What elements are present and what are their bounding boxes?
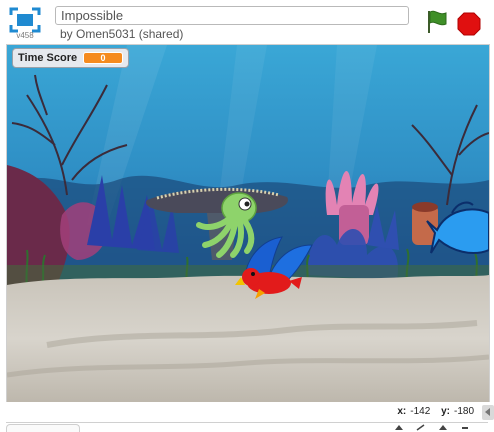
y-label: y: [441,406,450,417]
green-flag-button[interactable] [425,9,449,35]
stop-button[interactable] [457,12,481,36]
y-value: -180 [453,406,474,417]
time-score-monitor[interactable]: Time Score 0 [12,48,129,68]
project-title-input[interactable] [55,6,409,25]
collapse-arrow-icon [485,408,490,416]
shrink-tool-icon[interactable] [460,424,470,431]
fullscreen-icon [9,7,41,33]
player-header: v458 by Omen5031 (shared) [0,0,494,44]
stop-sign-icon [457,12,481,36]
x-value: -142 [410,406,431,417]
green-flag-icon [428,10,447,33]
stage-backdrop [7,45,489,403]
monitor-value: 0 [83,52,123,64]
collapse-stage-button[interactable] [482,405,494,420]
stage[interactable] [6,44,490,403]
delete-tool-icon[interactable] [416,424,426,431]
monitor-label: Time Score [18,52,78,64]
project-author: by Omen5031 (shared) [60,27,184,41]
mouse-coordinates: x: -142 y: -180 [397,406,474,417]
version-label: v458 [16,31,34,40]
x-label: x: [397,406,407,417]
fullscreen-button[interactable] [8,6,42,34]
grow-tool-icon[interactable] [438,424,448,431]
duplicate-tool-icon[interactable] [394,424,404,431]
